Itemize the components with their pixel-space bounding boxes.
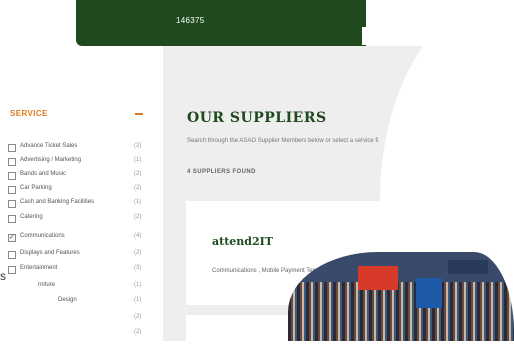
header-phone[interactable]: 146375 bbox=[176, 16, 205, 25]
filter-label: rniture bbox=[38, 282, 56, 288]
filter-checkbox[interactable] bbox=[8, 172, 16, 180]
filter-count: (4) bbox=[134, 233, 142, 239]
filter-item[interactable]: Bands and Music (2) bbox=[8, 171, 158, 181]
supplier-name[interactable]: attend2IT bbox=[212, 235, 273, 248]
filter-count: (1) bbox=[134, 157, 142, 163]
filter-section-title[interactable]: SERVICE bbox=[10, 109, 48, 118]
photo-crowd bbox=[288, 282, 514, 341]
filter-count: (2) bbox=[134, 143, 142, 149]
photo-tent bbox=[358, 266, 398, 290]
filter-item[interactable]: Design (1) bbox=[8, 297, 158, 307]
filter-item[interactable]: Communications (4) bbox=[8, 233, 158, 243]
photo-truck bbox=[448, 260, 488, 274]
event-photo bbox=[288, 252, 514, 341]
filter-count: (2) bbox=[134, 314, 142, 320]
filter-item[interactable]: Displays and Features (2) bbox=[8, 250, 158, 260]
filter-count: (2) bbox=[134, 250, 142, 256]
filter-checkbox[interactable] bbox=[8, 186, 16, 194]
filter-count: (1) bbox=[134, 282, 142, 288]
filter-label: Design bbox=[58, 297, 77, 303]
filter-count: (2) bbox=[134, 171, 142, 177]
filter-label: Advertising / Marketing bbox=[20, 157, 82, 163]
filter-item[interactable]: Cash and Banking Facilities (1) bbox=[8, 199, 158, 209]
filter-item[interactable]: rniture (1) bbox=[8, 282, 158, 292]
filter-item[interactable]: (2) bbox=[8, 314, 158, 324]
filter-count: (2) bbox=[134, 214, 142, 220]
photo-sign bbox=[416, 278, 442, 308]
filter-item[interactable]: Advertising / Marketing (1) bbox=[8, 157, 158, 167]
collapse-icon[interactable] bbox=[135, 113, 143, 115]
cut-off-text: s bbox=[0, 269, 6, 283]
filter-checkbox[interactable] bbox=[8, 144, 16, 152]
filter-label: Catering bbox=[20, 214, 43, 220]
filter-checkbox[interactable] bbox=[8, 200, 16, 208]
filter-label: Bands and Music bbox=[20, 171, 67, 177]
filter-count: (2) bbox=[134, 329, 142, 335]
site-logo[interactable]: AS bbox=[362, 27, 366, 45]
page-subtitle: Search through the ASAO Supplier Members… bbox=[187, 138, 379, 144]
filter-label: Entertainment bbox=[20, 265, 58, 271]
filter-item[interactable]: Entertainment (3) bbox=[8, 265, 158, 275]
filter-checkbox[interactable] bbox=[8, 215, 16, 223]
filter-item[interactable]: Advance Ticket Sales (2) bbox=[8, 143, 158, 153]
page-title: OUR SUPPLIERS bbox=[187, 110, 327, 126]
filter-count: (3) bbox=[134, 265, 142, 271]
filter-item[interactable]: (2) bbox=[8, 329, 158, 339]
filter-count: (1) bbox=[134, 199, 142, 205]
filter-count: (2) bbox=[134, 185, 142, 191]
results-count: 4 SUPPLIERS FOUND bbox=[187, 169, 256, 175]
filter-label: Advance Ticket Sales bbox=[20, 143, 78, 149]
filter-label: Cash and Banking Facilities bbox=[20, 199, 95, 205]
filter-item[interactable]: Catering (2) bbox=[8, 214, 158, 224]
filter-label: Car Parking bbox=[20, 185, 52, 191]
filter-checkbox[interactable] bbox=[8, 233, 16, 242]
filter-label: Displays and Features bbox=[20, 250, 80, 256]
filter-label: Communications bbox=[20, 233, 65, 239]
filter-checkbox[interactable] bbox=[8, 251, 16, 259]
filter-count: (1) bbox=[134, 297, 142, 303]
filter-item[interactable]: Car Parking (2) bbox=[8, 185, 158, 195]
filter-checkbox[interactable] bbox=[8, 266, 16, 274]
site-header: 146375 AS bbox=[76, 0, 366, 46]
filter-checkbox[interactable] bbox=[8, 158, 16, 166]
